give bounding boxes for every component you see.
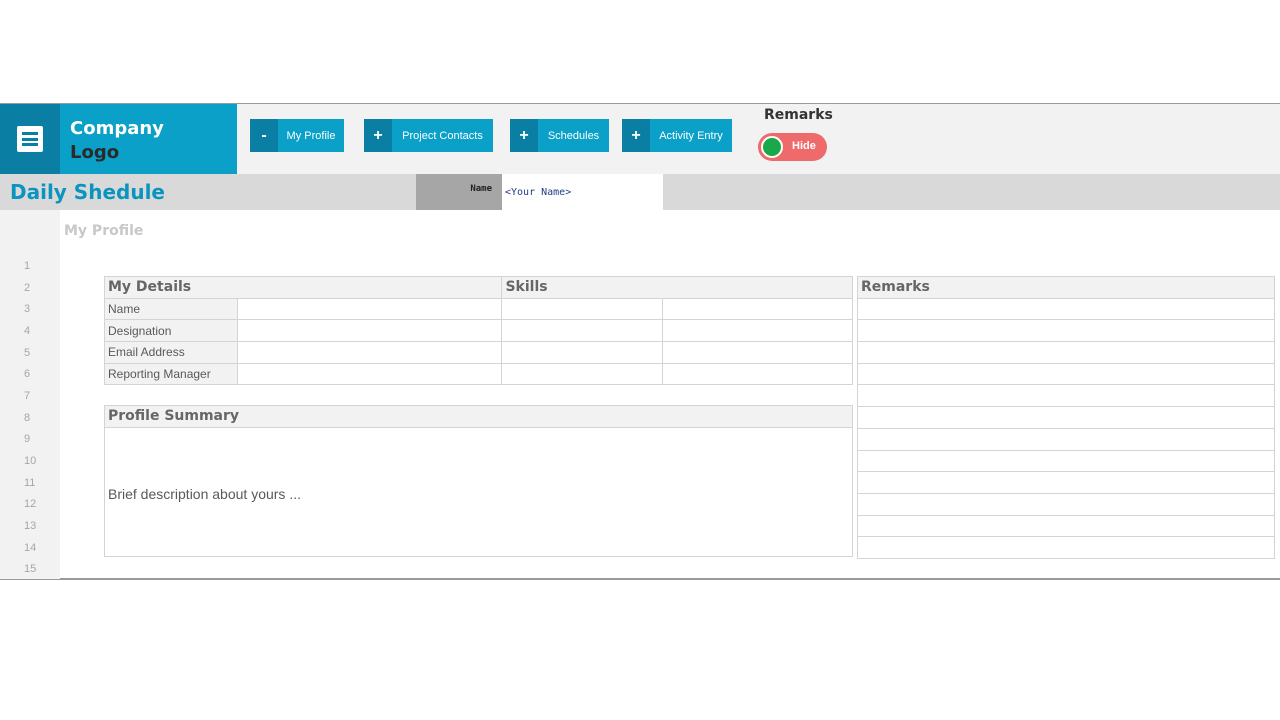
field-label-reporting-manager: Reporting Manager bbox=[104, 362, 238, 386]
row-number: 7 bbox=[24, 390, 31, 402]
skill-cell[interactable] bbox=[662, 297, 853, 321]
remarks-cell[interactable] bbox=[857, 341, 1275, 364]
row-number: 8 bbox=[24, 412, 31, 424]
skill-cell[interactable] bbox=[662, 341, 853, 364]
remarks-toggle-title: Remarks bbox=[764, 107, 833, 123]
field-value-email[interactable] bbox=[236, 341, 503, 364]
remarks-table: Remarks bbox=[857, 276, 1275, 559]
row-number: 14 bbox=[24, 542, 37, 554]
remarks-cell[interactable] bbox=[857, 536, 1275, 559]
plus-icon: + bbox=[364, 119, 392, 152]
row-number: 15 bbox=[24, 563, 37, 575]
row-number: 5 bbox=[24, 347, 31, 359]
row-number: 9 bbox=[24, 433, 31, 445]
row-number: 4 bbox=[24, 325, 31, 337]
skill-cell[interactable] bbox=[662, 362, 853, 386]
field-value-name[interactable] bbox=[236, 297, 503, 321]
remarks-cell[interactable] bbox=[857, 492, 1275, 516]
field-label-email: Email Address bbox=[104, 341, 238, 364]
remarks-cell[interactable] bbox=[857, 319, 1275, 343]
remarks-cell[interactable] bbox=[857, 384, 1275, 408]
activity-entry-label: Activity Entry bbox=[659, 129, 723, 142]
my-profile-label: My Profile bbox=[286, 129, 336, 142]
toggle-label: Hide bbox=[792, 140, 816, 152]
profile-summary-text: Brief description about yours ... bbox=[108, 486, 301, 502]
page-title: Daily Shedule bbox=[10, 180, 165, 204]
skill-cell[interactable] bbox=[501, 297, 664, 321]
schedules-button[interactable]: + Schedules bbox=[510, 119, 609, 152]
section-title: My Profile bbox=[64, 223, 144, 239]
field-value-reporting-manager[interactable] bbox=[236, 362, 503, 386]
minus-icon: - bbox=[250, 119, 278, 152]
remarks-cell[interactable] bbox=[857, 297, 1275, 321]
my-details-header: My Details bbox=[103, 276, 503, 299]
title-bar: Daily Shedule Name bbox=[0, 174, 1280, 210]
remarks-cell[interactable] bbox=[857, 471, 1275, 494]
plus-icon: + bbox=[622, 119, 650, 152]
project-contacts-button[interactable]: + Project Contacts bbox=[364, 119, 493, 152]
details-skills-table: My Details Skills Name Designation Email… bbox=[103, 276, 853, 386]
logo-line-1: Company bbox=[70, 118, 164, 139]
row-number: 12 bbox=[24, 498, 37, 510]
project-contacts-label: Project Contacts bbox=[402, 129, 483, 142]
remarks-cell[interactable] bbox=[857, 514, 1275, 538]
field-label-name: Name bbox=[104, 297, 238, 321]
row-number: 13 bbox=[24, 520, 37, 532]
remarks-cell[interactable] bbox=[857, 427, 1275, 451]
row-number: 2 bbox=[24, 282, 31, 294]
table-row: Reporting Manager bbox=[104, 362, 853, 386]
remarks-cell[interactable] bbox=[857, 449, 1275, 473]
skills-header: Skills bbox=[501, 276, 853, 299]
field-label-designation: Designation bbox=[104, 319, 238, 343]
profile-summary-box[interactable]: Profile Summary Brief description about … bbox=[104, 405, 853, 557]
toggle-knob bbox=[761, 136, 783, 158]
app-window: Company Logo - My Profile + Project Cont… bbox=[0, 103, 1280, 580]
row-number: 3 bbox=[24, 303, 31, 315]
company-logo: Company Logo bbox=[60, 104, 237, 174]
remarks-header: Remarks bbox=[857, 276, 1275, 299]
menu-button[interactable] bbox=[0, 104, 60, 174]
top-ribbon: Company Logo - My Profile + Project Cont… bbox=[0, 104, 1280, 174]
table-row: Designation bbox=[104, 319, 853, 343]
field-value-designation[interactable] bbox=[236, 319, 503, 343]
profile-summary-header: Profile Summary bbox=[105, 406, 852, 428]
name-field-label: Name bbox=[416, 174, 502, 210]
skill-cell[interactable] bbox=[501, 362, 664, 386]
row-number: 11 bbox=[24, 477, 36, 489]
skill-cell[interactable] bbox=[662, 319, 853, 343]
row-number: 6 bbox=[24, 368, 31, 380]
remarks-toggle[interactable]: Hide bbox=[758, 133, 827, 161]
name-input[interactable] bbox=[502, 174, 663, 210]
plus-icon: + bbox=[510, 119, 538, 152]
remarks-cell[interactable] bbox=[857, 362, 1275, 386]
row-number: 10 bbox=[24, 455, 37, 467]
table-row: Email Address bbox=[104, 341, 853, 364]
skill-cell[interactable] bbox=[501, 341, 664, 364]
schedules-label: Schedules bbox=[547, 129, 600, 142]
logo-line-2: Logo bbox=[70, 142, 120, 163]
row-number: 1 bbox=[24, 260, 31, 272]
table-row: Name bbox=[104, 297, 853, 321]
skill-cell[interactable] bbox=[501, 319, 664, 343]
my-profile-button[interactable]: - My Profile bbox=[250, 119, 344, 152]
remarks-cell[interactable] bbox=[857, 406, 1275, 429]
hamburger-menu-icon bbox=[17, 126, 43, 152]
activity-entry-button[interactable]: + Activity Entry bbox=[622, 119, 732, 152]
